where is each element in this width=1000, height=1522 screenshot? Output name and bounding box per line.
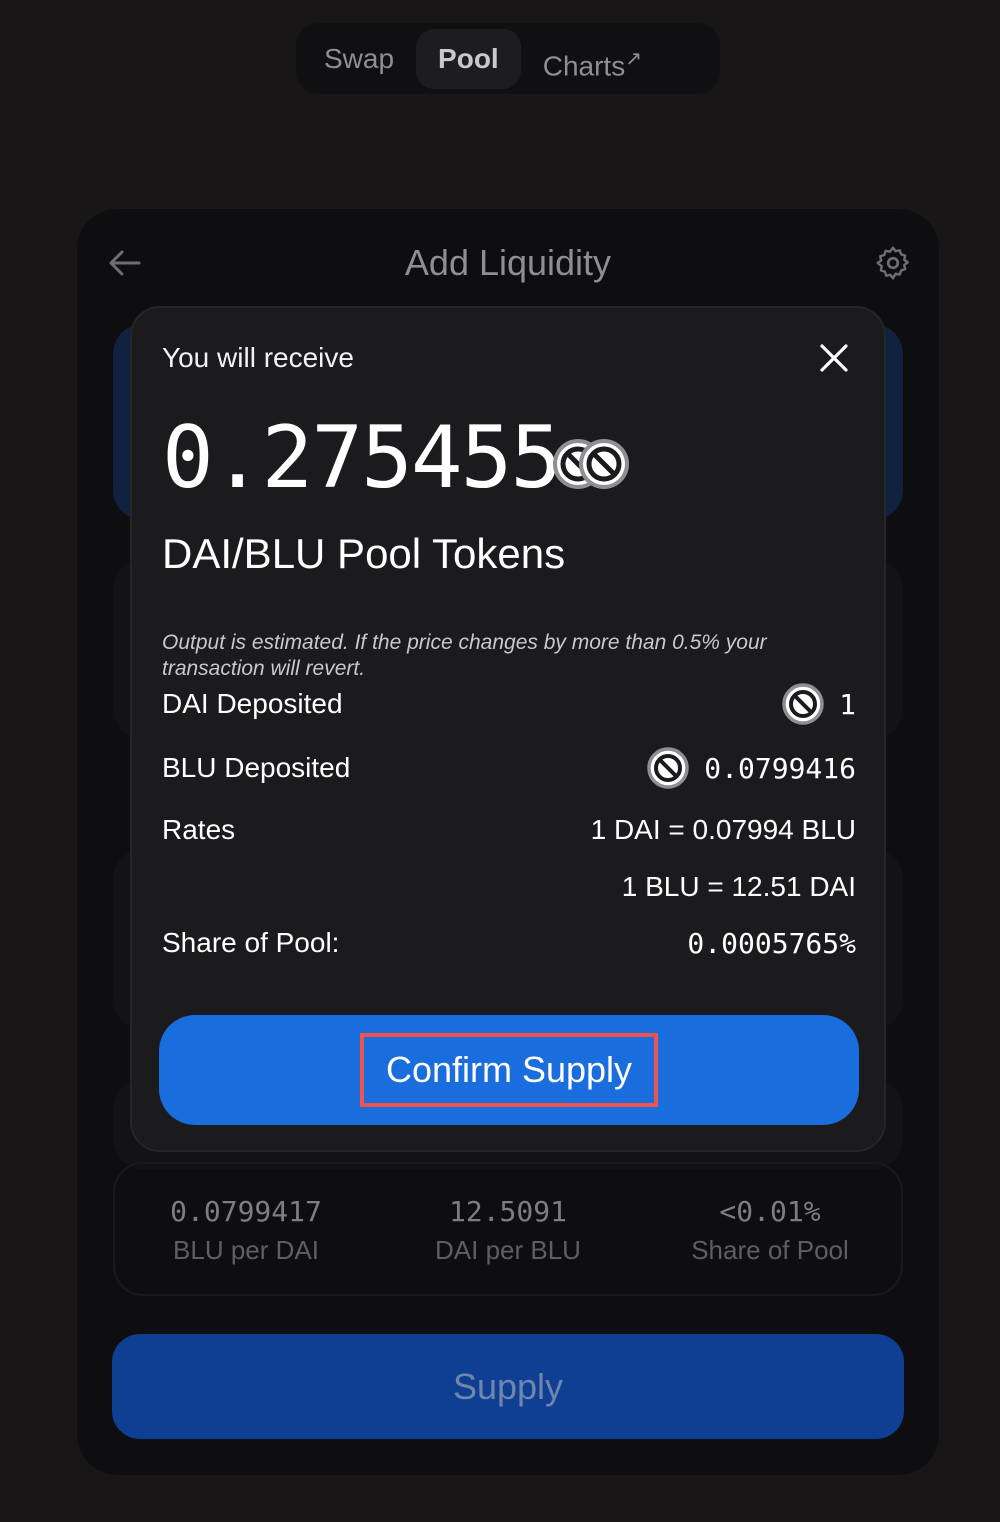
pool-tokens-label: DAI/BLU Pool Tokens xyxy=(162,530,566,577)
rate-dai-to-blu: 1 DAI = 0.07994 BLU xyxy=(590,814,856,845)
confirm-supply-label: Confirm Supply xyxy=(360,1033,658,1107)
price-label: DAI per BLU xyxy=(435,1235,581,1265)
blu-token-icon xyxy=(647,747,690,789)
page-title: Add Liquidity xyxy=(404,242,612,283)
price-dai-per-blu: 12.5091 DAI per BLU xyxy=(377,1164,639,1294)
price-share-of-pool: <0.01% Share of Pool xyxy=(639,1164,901,1294)
supply-button[interactable]: Supply xyxy=(112,1334,904,1439)
share-of-pool-label: Share of Pool: xyxy=(162,927,340,958)
receive-label: You will receive xyxy=(162,342,354,373)
dai-deposited-value: 1 xyxy=(839,687,856,721)
dai-token-icon xyxy=(782,683,824,725)
rates-row: Rates 1 DAI = 0.07994 BLU xyxy=(162,808,856,852)
blu-deposited-value: 0.0799416 xyxy=(704,751,856,785)
estimate-note: Output is estimated. If the price change… xyxy=(162,631,767,680)
blu-deposited-label: BLU Deposited xyxy=(162,752,351,783)
blu-deposited-row: BLU Deposited 0.0799416 xyxy=(162,746,856,790)
close-icon[interactable] xyxy=(818,342,850,374)
price-value: 12.5091 xyxy=(448,1195,567,1228)
token-placeholder-icon xyxy=(579,439,629,489)
dai-deposited-amount: 1 xyxy=(781,682,856,726)
price-value: 0.0799417 xyxy=(170,1195,322,1228)
tab-swap[interactable]: Swap xyxy=(302,29,416,89)
price-label: BLU per DAI xyxy=(173,1235,319,1265)
dai-deposited-row: DAI Deposited 1 xyxy=(162,682,856,726)
top-nav: Swap Pool Charts↗ xyxy=(296,23,720,94)
tab-charts[interactable]: Charts↗ xyxy=(521,29,664,89)
tab-pool[interactable]: Pool xyxy=(416,28,521,89)
share-of-pool-row: Share of Pool: 0.0005765% xyxy=(162,921,856,965)
prices-panel: 0.0799417 BLU per DAI 12.5091 DAI per BL… xyxy=(113,1162,903,1296)
card-header: Add Liquidity xyxy=(77,239,939,299)
receive-amount: 0.275455 xyxy=(162,408,562,508)
blu-deposited-amount: 0.0799416 xyxy=(646,746,856,790)
dai-deposited-label: DAI Deposited xyxy=(162,688,343,719)
rates-label: Rates xyxy=(162,814,236,845)
price-value: <0.01% xyxy=(719,1195,821,1228)
price-label: Share of Pool xyxy=(691,1235,849,1265)
external-link-icon: ↗ xyxy=(625,47,642,70)
price-blu-per-dai: 0.0799417 BLU per DAI xyxy=(115,1164,377,1294)
rate-blu-to-dai: 1 BLU = 12.51 DAI xyxy=(621,871,856,902)
rates-row-2: 1 BLU = 12.51 DAI xyxy=(162,865,856,909)
confirm-supply-modal: You will receive 0.275455 DAI/BLU Pool T… xyxy=(130,306,886,1152)
share-of-pool-value: 0.0005765% xyxy=(687,926,856,960)
confirm-supply-button[interactable]: Confirm Supply xyxy=(159,1015,859,1125)
tab-charts-label: Charts xyxy=(542,49,626,81)
gear-icon[interactable] xyxy=(875,245,911,281)
